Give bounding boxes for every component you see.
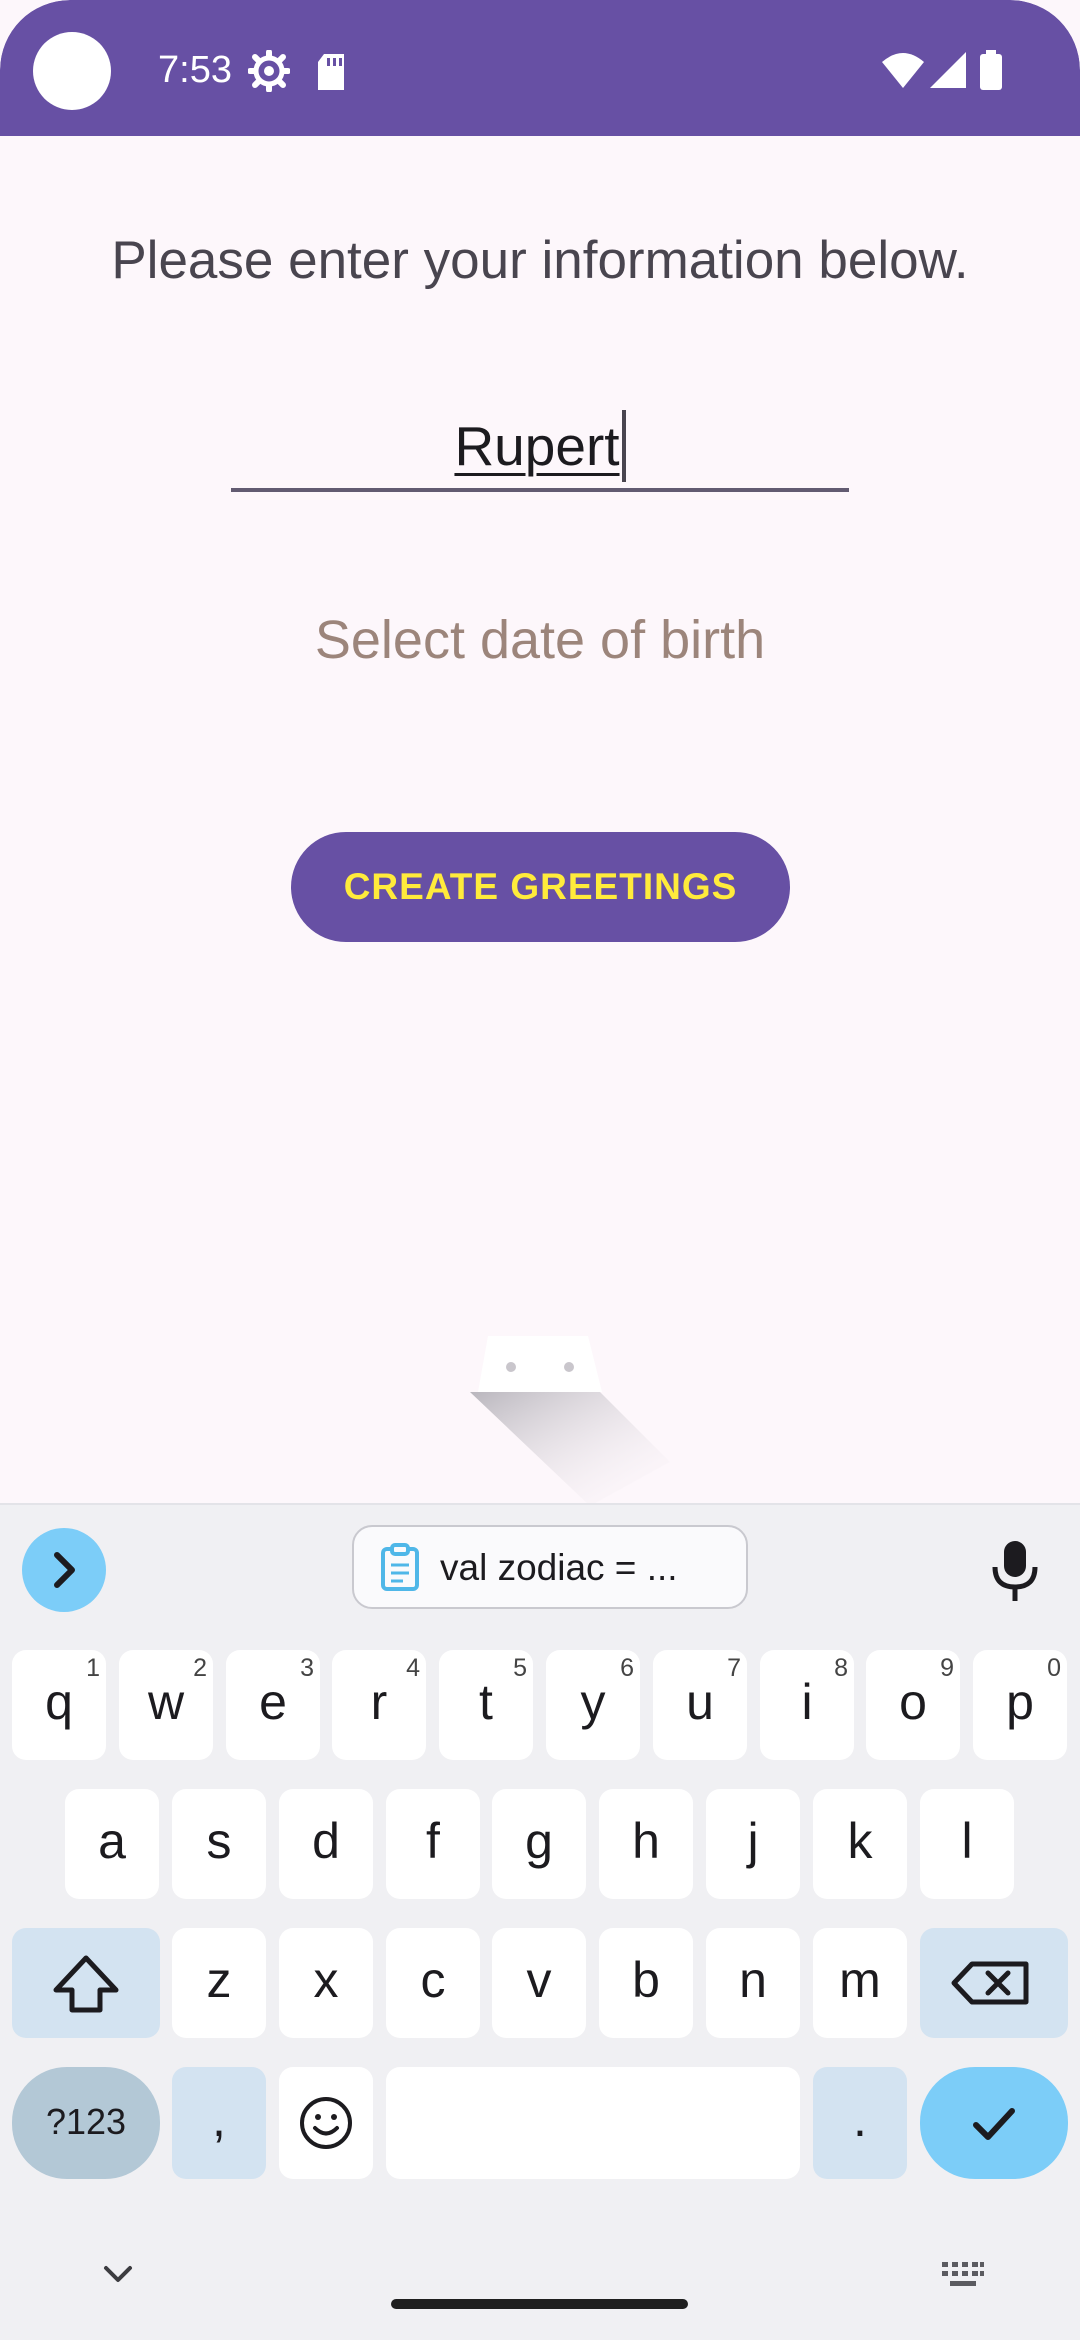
space-key[interactable] <box>386 2067 800 2179</box>
key-z[interactable]: z <box>172 1928 266 2038</box>
settings-gear-icon <box>248 50 290 92</box>
status-bar: 7:53 <box>0 0 1080 136</box>
key-w[interactable]: w2 <box>119 1650 213 1760</box>
key-u[interactable]: u7 <box>653 1650 747 1760</box>
chevron-right-icon <box>54 1552 75 1588</box>
instruction-text: Please enter your information below. <box>111 231 969 290</box>
text-cursor <box>621 410 626 482</box>
hide-keyboard-chevron-icon[interactable] <box>100 2262 136 2286</box>
key-s[interactable]: s <box>172 1789 266 1899</box>
keyboard-switch-icon[interactable] <box>940 2260 986 2290</box>
keyboard-expand-button[interactable] <box>22 1528 106 1612</box>
checkmark-icon <box>973 2108 1015 2140</box>
period-key[interactable]: . <box>813 2067 907 2179</box>
battery-icon <box>980 50 1002 90</box>
wifi-icon <box>882 53 924 88</box>
microphone-icon[interactable] <box>990 1539 1040 1603</box>
emoji-smiley-icon <box>300 2097 352 2149</box>
date-of-birth-selector[interactable]: Select date of birth <box>0 604 1080 676</box>
soft-keyboard: val zodiac = ... <box>0 1503 1080 2340</box>
key-g[interactable]: g <box>492 1789 586 1899</box>
name-input[interactable]: Rupert <box>231 400 849 492</box>
key-m[interactable]: m <box>813 1928 907 2038</box>
key-t[interactable]: t5 <box>439 1650 533 1760</box>
key-n[interactable]: n <box>706 1928 800 2038</box>
backspace-icon <box>951 1961 1029 2005</box>
key-v[interactable]: v <box>492 1928 586 2038</box>
key-a[interactable]: a <box>65 1789 159 1899</box>
app-screen: 7:53 Please enter your information below… <box>0 0 1080 2340</box>
keyboard-divider <box>0 1503 1080 1505</box>
name-input-underline <box>231 488 849 492</box>
enter-key[interactable] <box>920 2067 1068 2179</box>
key-o[interactable]: o9 <box>866 1650 960 1760</box>
gesture-nav-handle[interactable] <box>391 2299 688 2309</box>
emoji-key[interactable] <box>279 2067 373 2179</box>
sd-card-icon <box>318 54 344 90</box>
key-q[interactable]: q1 <box>12 1650 106 1760</box>
cellular-signal-icon <box>930 52 966 88</box>
drag-handle-shadow <box>470 1336 670 1506</box>
key-b[interactable]: b <box>599 1928 693 2038</box>
shift-key[interactable] <box>12 1928 160 2038</box>
comma-key[interactable]: , <box>172 2067 266 2179</box>
key-i[interactable]: i8 <box>760 1650 854 1760</box>
key-c[interactable]: c <box>386 1928 480 2038</box>
name-input-text[interactable]: Rupert <box>231 410 849 482</box>
key-x[interactable]: x <box>279 1928 373 2038</box>
clipboard-suggestion-chip[interactable]: val zodiac = ... <box>352 1525 748 1609</box>
name-value: Rupert <box>454 415 620 477</box>
key-f[interactable]: f <box>386 1789 480 1899</box>
key-k[interactable]: k <box>813 1789 907 1899</box>
clipboard-text: val zodiac = ... <box>440 1547 678 1588</box>
clipboard-icon <box>381 1543 419 1591</box>
backspace-key[interactable] <box>920 1928 1068 2038</box>
key-l[interactable]: l <box>920 1789 1014 1899</box>
key-h[interactable]: h <box>599 1789 693 1899</box>
key-p[interactable]: p0 <box>973 1650 1067 1760</box>
create-greetings-button[interactable]: CREATE GREETINGS <box>291 832 790 942</box>
key-y[interactable]: y6 <box>546 1650 640 1760</box>
key-j[interactable]: j <box>706 1789 800 1899</box>
shift-arrow-icon <box>53 1955 119 2013</box>
key-d[interactable]: d <box>279 1789 373 1899</box>
key-e[interactable]: e3 <box>226 1650 320 1760</box>
camera-cutout <box>33 32 111 110</box>
key-r[interactable]: r4 <box>332 1650 426 1760</box>
status-time: 7:53 <box>158 49 232 91</box>
symbols-key[interactable]: ?123 <box>12 2067 160 2179</box>
